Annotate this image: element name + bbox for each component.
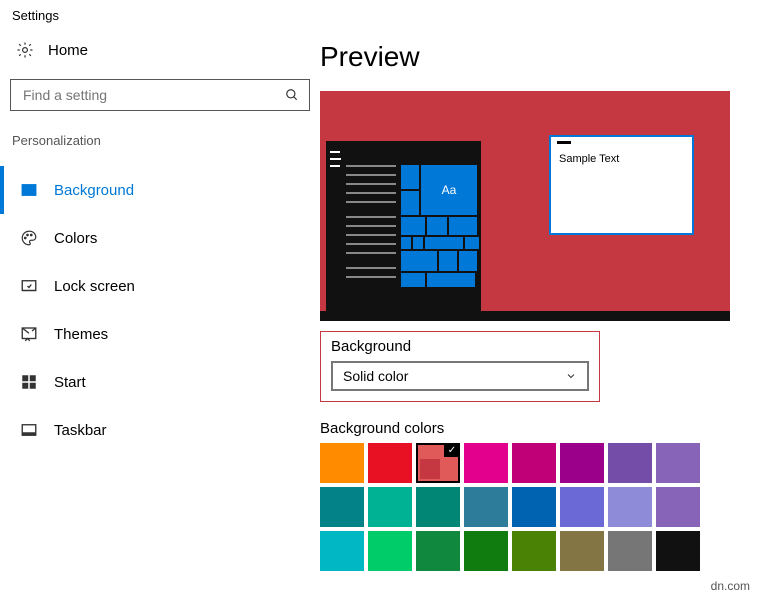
sidebar-item-themes[interactable]: Themes bbox=[0, 310, 320, 358]
background-colors-label: Background colors bbox=[320, 420, 730, 437]
sidebar-item-label: Start bbox=[54, 374, 86, 391]
color-swatch[interactable] bbox=[368, 443, 412, 483]
search-icon bbox=[285, 88, 299, 102]
search-box[interactable] bbox=[10, 79, 310, 111]
home-label: Home bbox=[48, 42, 88, 59]
color-swatch[interactable] bbox=[320, 531, 364, 571]
preview-heading: Preview bbox=[320, 41, 730, 73]
sidebar-item-label: Lock screen bbox=[54, 278, 135, 295]
color-swatch[interactable] bbox=[560, 531, 604, 571]
color-swatch[interactable] bbox=[512, 531, 556, 571]
home-button[interactable]: Home bbox=[0, 41, 320, 59]
color-swatch[interactable] bbox=[464, 487, 508, 527]
sidebar-item-label: Themes bbox=[54, 326, 108, 343]
sidebar-item-colors[interactable]: Colors bbox=[0, 214, 320, 262]
color-swatch[interactable] bbox=[368, 487, 412, 527]
color-swatch[interactable] bbox=[416, 487, 460, 527]
sidebar-item-label: Colors bbox=[54, 230, 97, 247]
color-swatch[interactable] bbox=[656, 531, 700, 571]
background-dropdown-label: Background bbox=[331, 338, 589, 355]
sidebar-group-label: Personalization bbox=[0, 133, 320, 148]
color-swatch[interactable] bbox=[656, 443, 700, 483]
themes-icon bbox=[20, 325, 38, 343]
gear-icon bbox=[16, 41, 34, 59]
color-swatch[interactable] bbox=[512, 443, 556, 483]
color-swatch[interactable] bbox=[368, 531, 412, 571]
color-swatch[interactable] bbox=[464, 531, 508, 571]
preview-pane: Aa bbox=[320, 91, 730, 321]
start-icon bbox=[20, 373, 38, 391]
color-swatch[interactable] bbox=[608, 443, 652, 483]
color-swatch[interactable] bbox=[560, 443, 604, 483]
preview-tile-aa: Aa bbox=[421, 165, 477, 215]
color-swatch[interactable] bbox=[560, 487, 604, 527]
preview-start-menu: Aa bbox=[326, 141, 481, 311]
sidebar-item-taskbar[interactable]: Taskbar bbox=[0, 406, 320, 454]
sidebar-item-background[interactable]: Background bbox=[0, 166, 320, 214]
color-swatch[interactable] bbox=[512, 487, 556, 527]
color-swatch-grid: ✓ bbox=[320, 443, 730, 571]
sidebar-item-label: Taskbar bbox=[54, 422, 107, 439]
sidebar-item-label: Background bbox=[54, 182, 134, 199]
color-swatch[interactable] bbox=[608, 487, 652, 527]
taskbar-icon bbox=[20, 421, 38, 439]
chevron-down-icon bbox=[565, 370, 577, 382]
sidebar-item-start[interactable]: Start bbox=[0, 358, 320, 406]
search-input[interactable] bbox=[21, 86, 285, 104]
color-swatch[interactable]: ✓ bbox=[416, 443, 460, 483]
color-swatch[interactable] bbox=[416, 531, 460, 571]
preview-window: Sample Text bbox=[549, 135, 694, 235]
sample-text-label: Sample Text bbox=[559, 153, 684, 165]
color-swatch[interactable] bbox=[320, 443, 364, 483]
check-icon: ✓ bbox=[444, 443, 460, 457]
content-area: Preview Aa bbox=[320, 27, 734, 571]
color-swatch[interactable] bbox=[608, 531, 652, 571]
sidebar: Home Personalization Background Colors bbox=[0, 27, 320, 571]
color-swatch[interactable] bbox=[656, 487, 700, 527]
lock-screen-icon bbox=[20, 277, 38, 295]
preview-taskbar bbox=[320, 311, 730, 321]
dropdown-selected-value: Solid color bbox=[343, 368, 408, 384]
background-dropdown[interactable]: Solid color bbox=[331, 361, 589, 391]
watermark: dn.com bbox=[709, 579, 752, 593]
color-swatch[interactable] bbox=[464, 443, 508, 483]
palette-icon bbox=[20, 229, 38, 247]
sidebar-item-lock-screen[interactable]: Lock screen bbox=[0, 262, 320, 310]
window-title: Settings bbox=[0, 0, 758, 27]
background-option-box: Background Solid color bbox=[320, 331, 600, 402]
picture-icon bbox=[20, 181, 38, 199]
color-swatch[interactable] bbox=[320, 487, 364, 527]
